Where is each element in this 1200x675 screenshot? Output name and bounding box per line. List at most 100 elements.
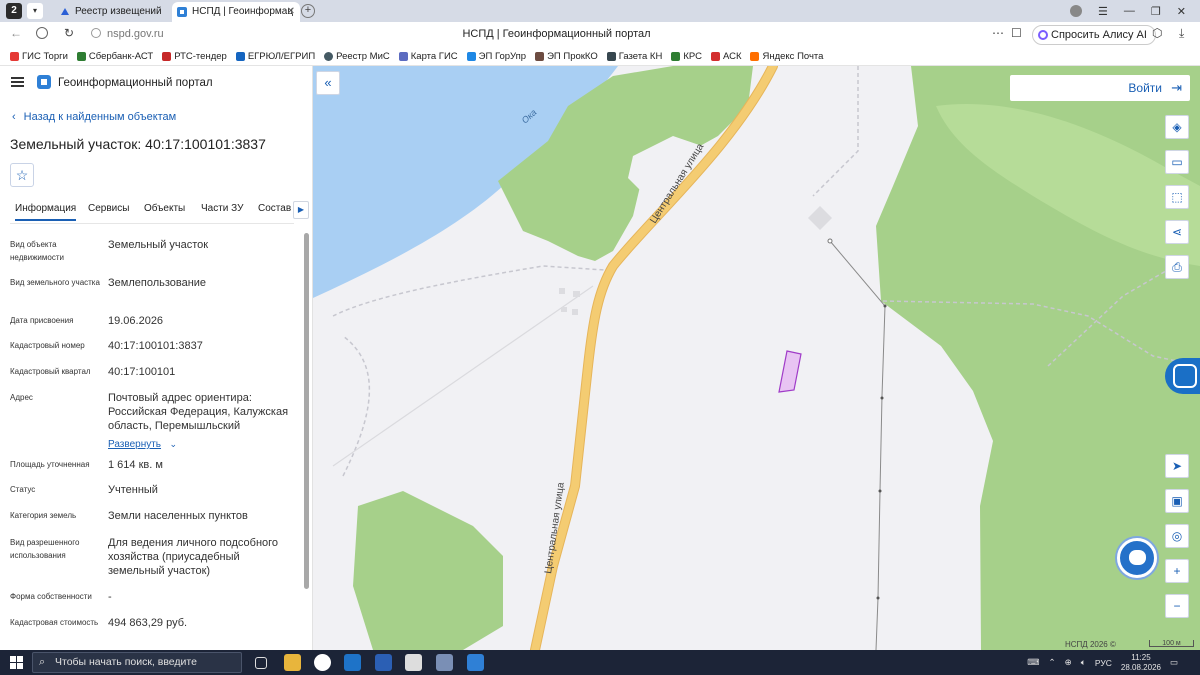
tabs-next-button[interactable]: ▶ <box>293 201 309 219</box>
share-icon[interactable]: ⋖ <box>1165 220 1189 244</box>
detail-label: Категория земель <box>10 511 77 520</box>
detail-value: Почтовый адрес ориентира: Российская Фед… <box>108 392 289 432</box>
login-button[interactable]: Войти ⇥ <box>1010 75 1190 101</box>
print-icon[interactable]: ⎙ <box>1165 255 1189 279</box>
side-panel-tab[interactable] <box>1165 358 1200 394</box>
new-tab-button[interactable]: + <box>301 4 315 18</box>
bookmark-gis-torgi[interactable]: ГИС Торги <box>10 51 68 62</box>
hamburger-menu-icon[interactable] <box>11 77 24 87</box>
download-icon[interactable]: ⤓ <box>1179 26 1184 41</box>
ruler-icon[interactable]: ▭ <box>1165 150 1189 174</box>
tab-information[interactable]: Информация <box>15 203 77 221</box>
map-view[interactable]: Ока Центральная улица Центральная улица … <box>313 66 1200 650</box>
app-icon[interactable] <box>467 654 484 671</box>
zoom-in-button[interactable]: + <box>1165 559 1189 583</box>
bookmark-egrul[interactable]: ЕГРЮЛ/ЕГРИП <box>235 51 315 62</box>
detail-label: Площадь уточненная <box>10 460 90 469</box>
tab-title: НСПД | Геоинформац <box>192 6 294 17</box>
app-icon[interactable] <box>436 654 453 671</box>
system-tray: ⌨ ⌃ ⊕ 🔈︎ РУС 11:25 28.08.2026 ▭ <box>1027 650 1200 675</box>
search-icon: ⌕ <box>39 656 46 668</box>
bookmark-icon[interactable]: ☐ <box>1011 26 1022 40</box>
profile-icon[interactable] <box>1070 5 1083 17</box>
chevron-left-icon: ‹ <box>12 111 16 123</box>
word-icon[interactable] <box>375 654 392 671</box>
detail-value: Для ведения личного подсобного хозяйства… <box>108 537 279 577</box>
detail-value: Земли населенных пунктов <box>108 510 248 522</box>
menu-icon[interactable]: ☰ <box>1098 5 1108 18</box>
object-info-panel: Геоинформационный портал ‹ Назад к найден… <box>0 66 313 650</box>
cadastre-icon <box>1173 364 1197 388</box>
notifications-icon[interactable]: ▭ <box>1170 657 1178 668</box>
more-icon[interactable]: ⋯ <box>992 26 1004 40</box>
location-pin-icon[interactable]: ◎ <box>1165 524 1189 548</box>
network-icon[interactable]: ⊕ <box>1065 657 1072 668</box>
calculator-icon[interactable] <box>405 654 422 671</box>
selected-parcel[interactable] <box>778 350 802 393</box>
keyboard-icon[interactable]: ⌨ <box>1027 657 1039 668</box>
minimap-icon[interactable]: ▣ <box>1165 489 1189 513</box>
tab-services[interactable]: Сервисы <box>88 203 129 214</box>
detail-label: Форма собственности <box>10 592 92 601</box>
task-view-icon[interactable] <box>255 657 267 669</box>
panel-scrollbar[interactable] <box>304 233 309 589</box>
select-area-icon[interactable]: ⬚ <box>1165 185 1189 209</box>
tab-objects[interactable]: Объекты <box>144 203 185 214</box>
bookmark-icon <box>606 52 616 61</box>
yandex-browser-icon[interactable] <box>314 654 331 671</box>
zoom-out-button[interactable]: − <box>1165 594 1189 618</box>
bookmark-ep-prokko[interactable]: ЭП ПрокКО <box>535 51 598 62</box>
expand-address-link[interactable]: Развернуть ⌄ <box>108 434 177 452</box>
detail-value: 19.06.2026 <box>108 315 164 327</box>
bookmark-sberbank-ast[interactable]: Сбербанк-АСТ <box>76 51 153 62</box>
minimize-icon[interactable]: — <box>1124 5 1135 17</box>
windows-taskbar: ⌕ Чтобы начать поиск, введите ⌨ ⌃ ⊕ 🔈︎ Р… <box>0 650 1200 675</box>
detail-label: Вид разрешенного использования <box>10 538 80 560</box>
bookmark-reestr-mis[interactable]: Реестр МиС <box>324 51 390 62</box>
language-indicator[interactable]: РУС <box>1095 658 1112 668</box>
window-controls: ☰ — ❐ ✕ <box>1070 0 1200 22</box>
pole <box>876 596 880 600</box>
restore-icon[interactable]: ❐ <box>1151 5 1161 18</box>
back-to-results-link[interactable]: ‹ Назад к найденным объектам <box>12 111 176 123</box>
browser-tab-nspd[interactable]: НСПД | Геоинформац ✕ <box>172 2 300 22</box>
chat-assistant-button[interactable] <box>1117 538 1157 578</box>
bookmark-rts-tender[interactable]: РТС-тендер <box>162 51 227 62</box>
extensions-icon[interactable]: ⬡ <box>1152 26 1162 40</box>
outlook-icon[interactable] <box>344 654 361 671</box>
chevron-down-icon[interactable]: ▾ <box>27 3 43 19</box>
file-explorer-icon[interactable] <box>284 654 301 671</box>
geolocation-icon[interactable]: ➤ <box>1165 454 1189 478</box>
detail-value: 1 614 кв. м <box>108 459 163 471</box>
close-icon[interactable]: ✕ <box>287 2 295 22</box>
path <box>342 335 371 477</box>
bookmark-gazeta-kn[interactable]: Газета КН <box>606 51 662 62</box>
bookmark-krs[interactable]: КРС <box>671 51 702 62</box>
building <box>561 307 567 312</box>
tray-expand-icon[interactable]: ⌃ <box>1049 657 1056 668</box>
favorite-star-button[interactable]: ☆ <box>10 163 34 187</box>
bookmark-ask[interactable]: АСК <box>710 51 741 62</box>
volume-icon[interactable]: 🔈︎ <box>1081 657 1086 668</box>
close-window-icon[interactable]: ✕ <box>1177 5 1186 18</box>
bookmark-ep-gorupr[interactable]: ЭП ГорУпр <box>466 51 526 62</box>
bookmark-yandex-mail[interactable]: Яндекс Почта <box>750 51 823 62</box>
power-line <box>829 240 886 650</box>
taskbar-search[interactable]: ⌕ Чтобы начать поиск, введите <box>32 652 242 673</box>
collapse-panel-button[interactable]: « <box>316 71 340 95</box>
detail-label: Кадастровый номер <box>10 341 85 350</box>
layers-icon[interactable]: ◈ <box>1165 115 1189 139</box>
bookmarks-bar: ГИС Торги Сбербанк-АСТ РТС-тендер ЕГРЮЛ/… <box>0 48 1200 66</box>
detail-label: Дата присвоения <box>10 316 74 325</box>
bookmark-karta-gis[interactable]: Карта ГИС <box>398 51 458 62</box>
tab-composition[interactable]: Состав <box>258 203 291 214</box>
tab-parts[interactable]: Части ЗУ <box>201 203 243 214</box>
map-canvas: Ока Центральная улица Центральная улица <box>313 66 1200 650</box>
alice-icon <box>1038 30 1048 40</box>
tab-count-badge[interactable]: 2 <box>6 3 22 19</box>
clock[interactable]: 11:25 28.08.2026 <box>1121 653 1161 673</box>
bookmark-icon <box>235 52 245 61</box>
browser-tab-registry[interactable]: Реестр извещений <box>55 2 170 22</box>
windows-start-icon[interactable] <box>10 656 23 669</box>
ask-alice-button[interactable]: Спросить Алису AI <box>1032 25 1156 45</box>
